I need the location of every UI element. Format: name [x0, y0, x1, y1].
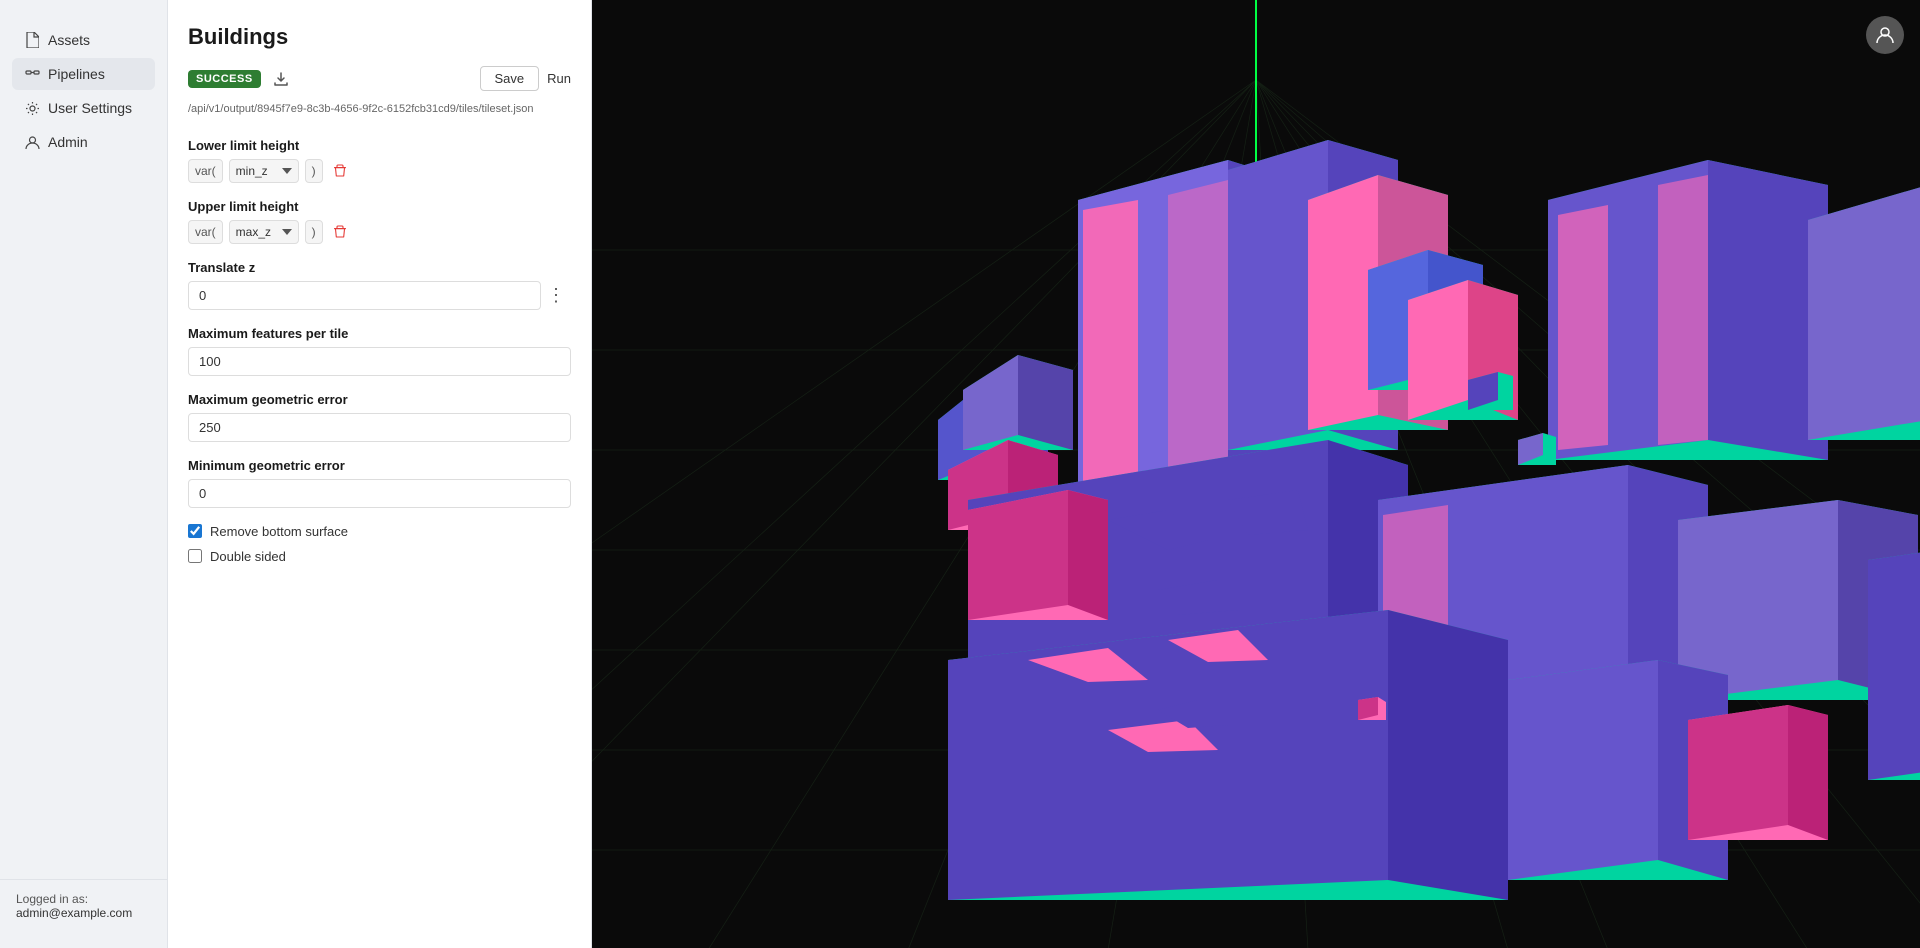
sidebar-item-user-settings[interactable]: User Settings	[12, 92, 155, 124]
remove-bottom-surface-row: Remove bottom surface	[188, 524, 571, 539]
remove-bottom-surface-label[interactable]: Remove bottom surface	[210, 524, 348, 539]
max-features-section: Maximum features per tile	[188, 326, 571, 376]
lower-limit-height-section: Lower limit height var( min_z max_z )	[188, 138, 571, 183]
viewport	[592, 0, 1920, 948]
user-email: admin@example.com	[16, 906, 151, 920]
sidebar-item-pipelines-label: Pipelines	[48, 66, 105, 82]
max-geo-error-section: Maximum geometric error	[188, 392, 571, 442]
upper-limit-delete-button[interactable]	[329, 223, 351, 241]
user-avatar-button[interactable]	[1866, 16, 1904, 54]
pipeline-icon	[24, 66, 40, 82]
sidebar: Assets Pipelines User Settings	[0, 0, 168, 948]
page-title: Buildings	[188, 24, 571, 50]
max-geo-error-input[interactable]	[188, 413, 571, 442]
gear-icon	[24, 100, 40, 116]
upper-limit-var-prefix: var(	[188, 220, 223, 244]
upper-limit-height-row: var( max_z min_z )	[188, 220, 571, 244]
save-button[interactable]: Save	[480, 66, 540, 91]
sidebar-item-assets[interactable]: Assets	[12, 24, 155, 56]
sidebar-footer: Logged in as: admin@example.com	[0, 879, 167, 932]
lower-limit-height-label: Lower limit height	[188, 138, 571, 153]
run-button[interactable]: Run	[547, 71, 571, 86]
min-geo-error-section: Minimum geometric error	[188, 458, 571, 508]
logged-in-label: Logged in as:	[16, 892, 151, 906]
sidebar-item-pipelines[interactable]: Pipelines	[12, 58, 155, 90]
main-panel: Buildings SUCCESS Save Run /api/v1/outpu…	[168, 0, 592, 948]
lower-limit-var-select[interactable]: min_z max_z	[229, 159, 299, 183]
lower-limit-delete-button[interactable]	[329, 162, 351, 180]
lower-limit-var-suffix: )	[305, 159, 323, 183]
double-sided-row: Double sided	[188, 549, 571, 564]
lower-limit-height-row: var( min_z max_z )	[188, 159, 571, 183]
max-features-label: Maximum features per tile	[188, 326, 571, 341]
remove-bottom-surface-checkbox[interactable]	[188, 524, 202, 538]
admin-icon	[24, 134, 40, 150]
translate-z-input[interactable]	[188, 281, 541, 310]
min-geo-error-input[interactable]	[188, 479, 571, 508]
upper-limit-height-label: Upper limit height	[188, 199, 571, 214]
double-sided-checkbox[interactable]	[188, 549, 202, 563]
api-path: /api/v1/output/8945f7e9-8c3b-4656-9f2c-6…	[188, 101, 571, 118]
upper-limit-var-suffix: )	[305, 220, 323, 244]
max-features-input[interactable]	[188, 347, 571, 376]
sidebar-item-admin[interactable]: Admin	[12, 126, 155, 158]
sidebar-item-user-settings-label: User Settings	[48, 100, 132, 116]
min-geo-error-label: Minimum geometric error	[188, 458, 571, 473]
double-sided-label[interactable]: Double sided	[210, 549, 286, 564]
translate-z-input-row: ⋮	[188, 281, 571, 310]
translate-z-menu-button[interactable]: ⋮	[541, 286, 571, 304]
upper-limit-var-select[interactable]: max_z min_z	[229, 220, 299, 244]
status-badge: SUCCESS	[188, 70, 261, 88]
3d-scene	[592, 0, 1920, 948]
sidebar-nav: Assets Pipelines User Settings	[0, 16, 167, 879]
lower-limit-var-prefix: var(	[188, 159, 223, 183]
max-geo-error-label: Maximum geometric error	[188, 392, 571, 407]
translate-z-label: Translate z	[188, 260, 571, 275]
translate-z-section: Translate z ⋮	[188, 260, 571, 310]
sidebar-item-assets-label: Assets	[48, 32, 90, 48]
file-icon	[24, 32, 40, 48]
upper-limit-height-section: Upper limit height var( max_z min_z )	[188, 199, 571, 244]
toolbar: SUCCESS Save Run	[188, 66, 571, 91]
download-button[interactable]	[269, 69, 293, 89]
sidebar-item-admin-label: Admin	[48, 134, 88, 150]
